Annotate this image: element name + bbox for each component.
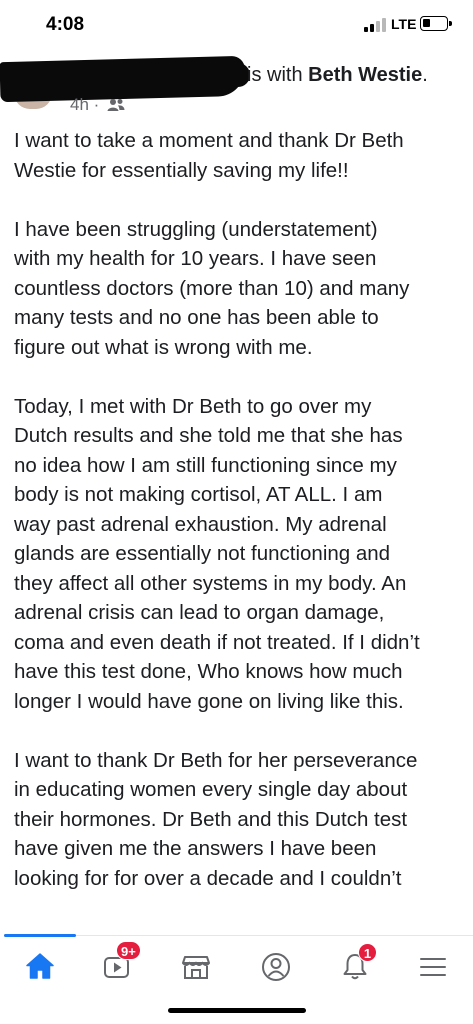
post-text-line: I have been struggling (understatement) bbox=[14, 217, 378, 241]
tab-profile[interactable] bbox=[246, 944, 306, 988]
tab-bar-divider bbox=[76, 935, 473, 936]
tab-notifications[interactable]: 1 bbox=[325, 943, 385, 988]
tab-home[interactable] bbox=[10, 944, 70, 988]
post-paragraph: I have been struggling (understatement) … bbox=[14, 215, 464, 363]
tab-marketplace[interactable] bbox=[166, 944, 226, 988]
post-text-line: their hormones. Dr Beth and this Dutch t… bbox=[14, 807, 408, 831]
notifications-badge: 1 bbox=[358, 943, 377, 962]
marketplace-icon bbox=[182, 956, 210, 979]
post-header: is with Beth Westie. 4h · bbox=[0, 55, 473, 125]
post-text-line: adrenal crisis can lead to organ damage, bbox=[14, 601, 385, 624]
post-paragraph: I want to take a moment and thank Dr Bet… bbox=[14, 126, 464, 185]
with-text: is with bbox=[247, 64, 309, 86]
post-text-line: countless doctors (more than 10) and man… bbox=[14, 276, 410, 300]
post-text-line: Westie for essentially saving my life!! bbox=[14, 158, 349, 182]
tab-menu[interactable] bbox=[403, 944, 463, 988]
post-text-line: looking for for over a decade and I coul… bbox=[14, 866, 402, 890]
post-text-line: have given me the answers I have been bbox=[14, 837, 377, 860]
post-text-line: figure out what is wrong with me. bbox=[14, 335, 313, 359]
post-paragraph: Today, I met with Dr Beth to go over my … bbox=[14, 392, 464, 717]
post-text-line: with my health for 10 years. I have seen bbox=[14, 247, 377, 270]
home-icon bbox=[26, 953, 54, 979]
status-time: 4:08 bbox=[46, 14, 85, 35]
post-text-line: body is not making cortisol, AT ALL. I a… bbox=[14, 483, 383, 506]
menu-icon bbox=[420, 958, 446, 976]
post-text-line: they affect all other systems in my body… bbox=[14, 571, 407, 595]
post-text-line: Today, I met with Dr Beth to go over my bbox=[14, 394, 372, 418]
signal-strength-icon bbox=[364, 18, 386, 32]
post-time[interactable]: 4h bbox=[70, 95, 89, 114]
post-text-line: coma and even death if not treated. If I… bbox=[14, 630, 420, 654]
tagged-person-link[interactable]: Beth Westie bbox=[308, 64, 422, 86]
post-meta: 4h · bbox=[70, 95, 125, 117]
profile-icon bbox=[262, 953, 290, 981]
post-text-line: no idea how I am still functioning since… bbox=[14, 453, 397, 477]
post-text-line: way past adrenal exhaustion. My adrenal bbox=[14, 512, 387, 536]
video-badge: 9+ bbox=[116, 941, 141, 960]
post-body: I want to take a moment and thank Dr Bet… bbox=[14, 126, 464, 893]
post-text-line: in educating women every single day abou… bbox=[14, 778, 408, 801]
post-text-line: I want to thank Dr Beth for her persever… bbox=[14, 748, 418, 772]
battery-icon bbox=[420, 16, 452, 31]
tab-video[interactable]: 9+ bbox=[88, 941, 148, 988]
author-name-redaction-tail bbox=[150, 63, 250, 87]
post-text-line: many tests and no one has been able to bbox=[14, 306, 379, 329]
friends-icon bbox=[107, 97, 125, 117]
network-label: LTE bbox=[391, 16, 417, 32]
post-with-line: is with Beth Westie. bbox=[247, 64, 428, 87]
meta-separator: · bbox=[88, 95, 105, 114]
status-bar: 4:08 LTE bbox=[0, 0, 473, 50]
home-indicator[interactable] bbox=[168, 1008, 306, 1013]
active-tab-indicator bbox=[4, 934, 76, 937]
post-text-line: Dutch results and she told me that she h… bbox=[14, 424, 403, 447]
with-suffix: . bbox=[422, 64, 428, 86]
post-text-line: glands are essentially not functioning a… bbox=[14, 542, 391, 565]
post-text-line: I want to take a moment and thank Dr Bet… bbox=[14, 129, 404, 152]
post-text-line: longer I would have gone on living like … bbox=[14, 689, 404, 713]
post-paragraph: I want to thank Dr Beth for her persever… bbox=[14, 746, 464, 894]
post-text-line: have this test done, Who knows how much bbox=[14, 660, 403, 683]
